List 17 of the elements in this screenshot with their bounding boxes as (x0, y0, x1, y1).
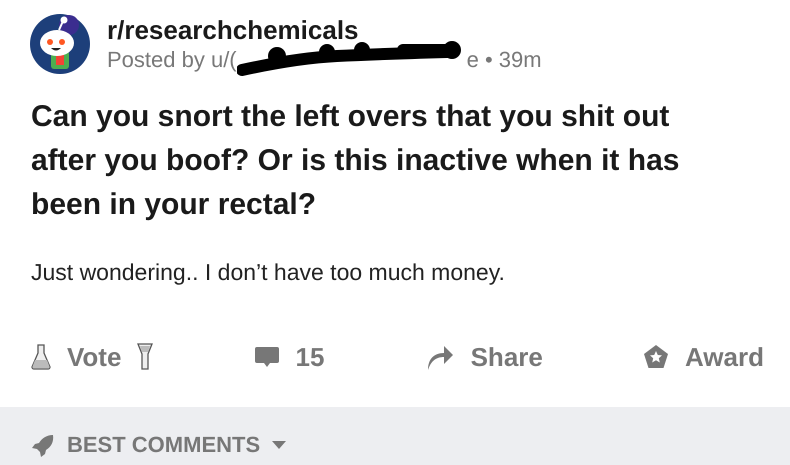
comment-icon (254, 345, 280, 369)
comments-button[interactable]: 15 (254, 338, 324, 376)
award-button[interactable]: Award (642, 338, 764, 376)
avatar-icon (29, 13, 91, 75)
award-icon (642, 344, 669, 370)
post-meta: Posted by u/( (107, 46, 237, 74)
vote-label: Vote (67, 340, 122, 374)
rocket-icon (31, 432, 55, 456)
post-title: Can you snort the left overs that you shit out after you boof? Or is this inactive when it has been in your rectal? (30, 99, 680, 223)
caret-icon (272, 440, 286, 448)
share-button[interactable]: Share (424, 338, 543, 376)
sort-dropdown[interactable]: BEST COMMENTS (31, 428, 286, 461)
post-meta: e • 39m (466, 46, 542, 74)
flask-icon[interactable] (31, 344, 51, 370)
subreddit-name[interactable]: r/researchchemicals (107, 14, 542, 46)
post-body: Just wondering.. I don’t have too much money. (30, 258, 506, 287)
funnel-icon[interactable] (137, 343, 154, 371)
